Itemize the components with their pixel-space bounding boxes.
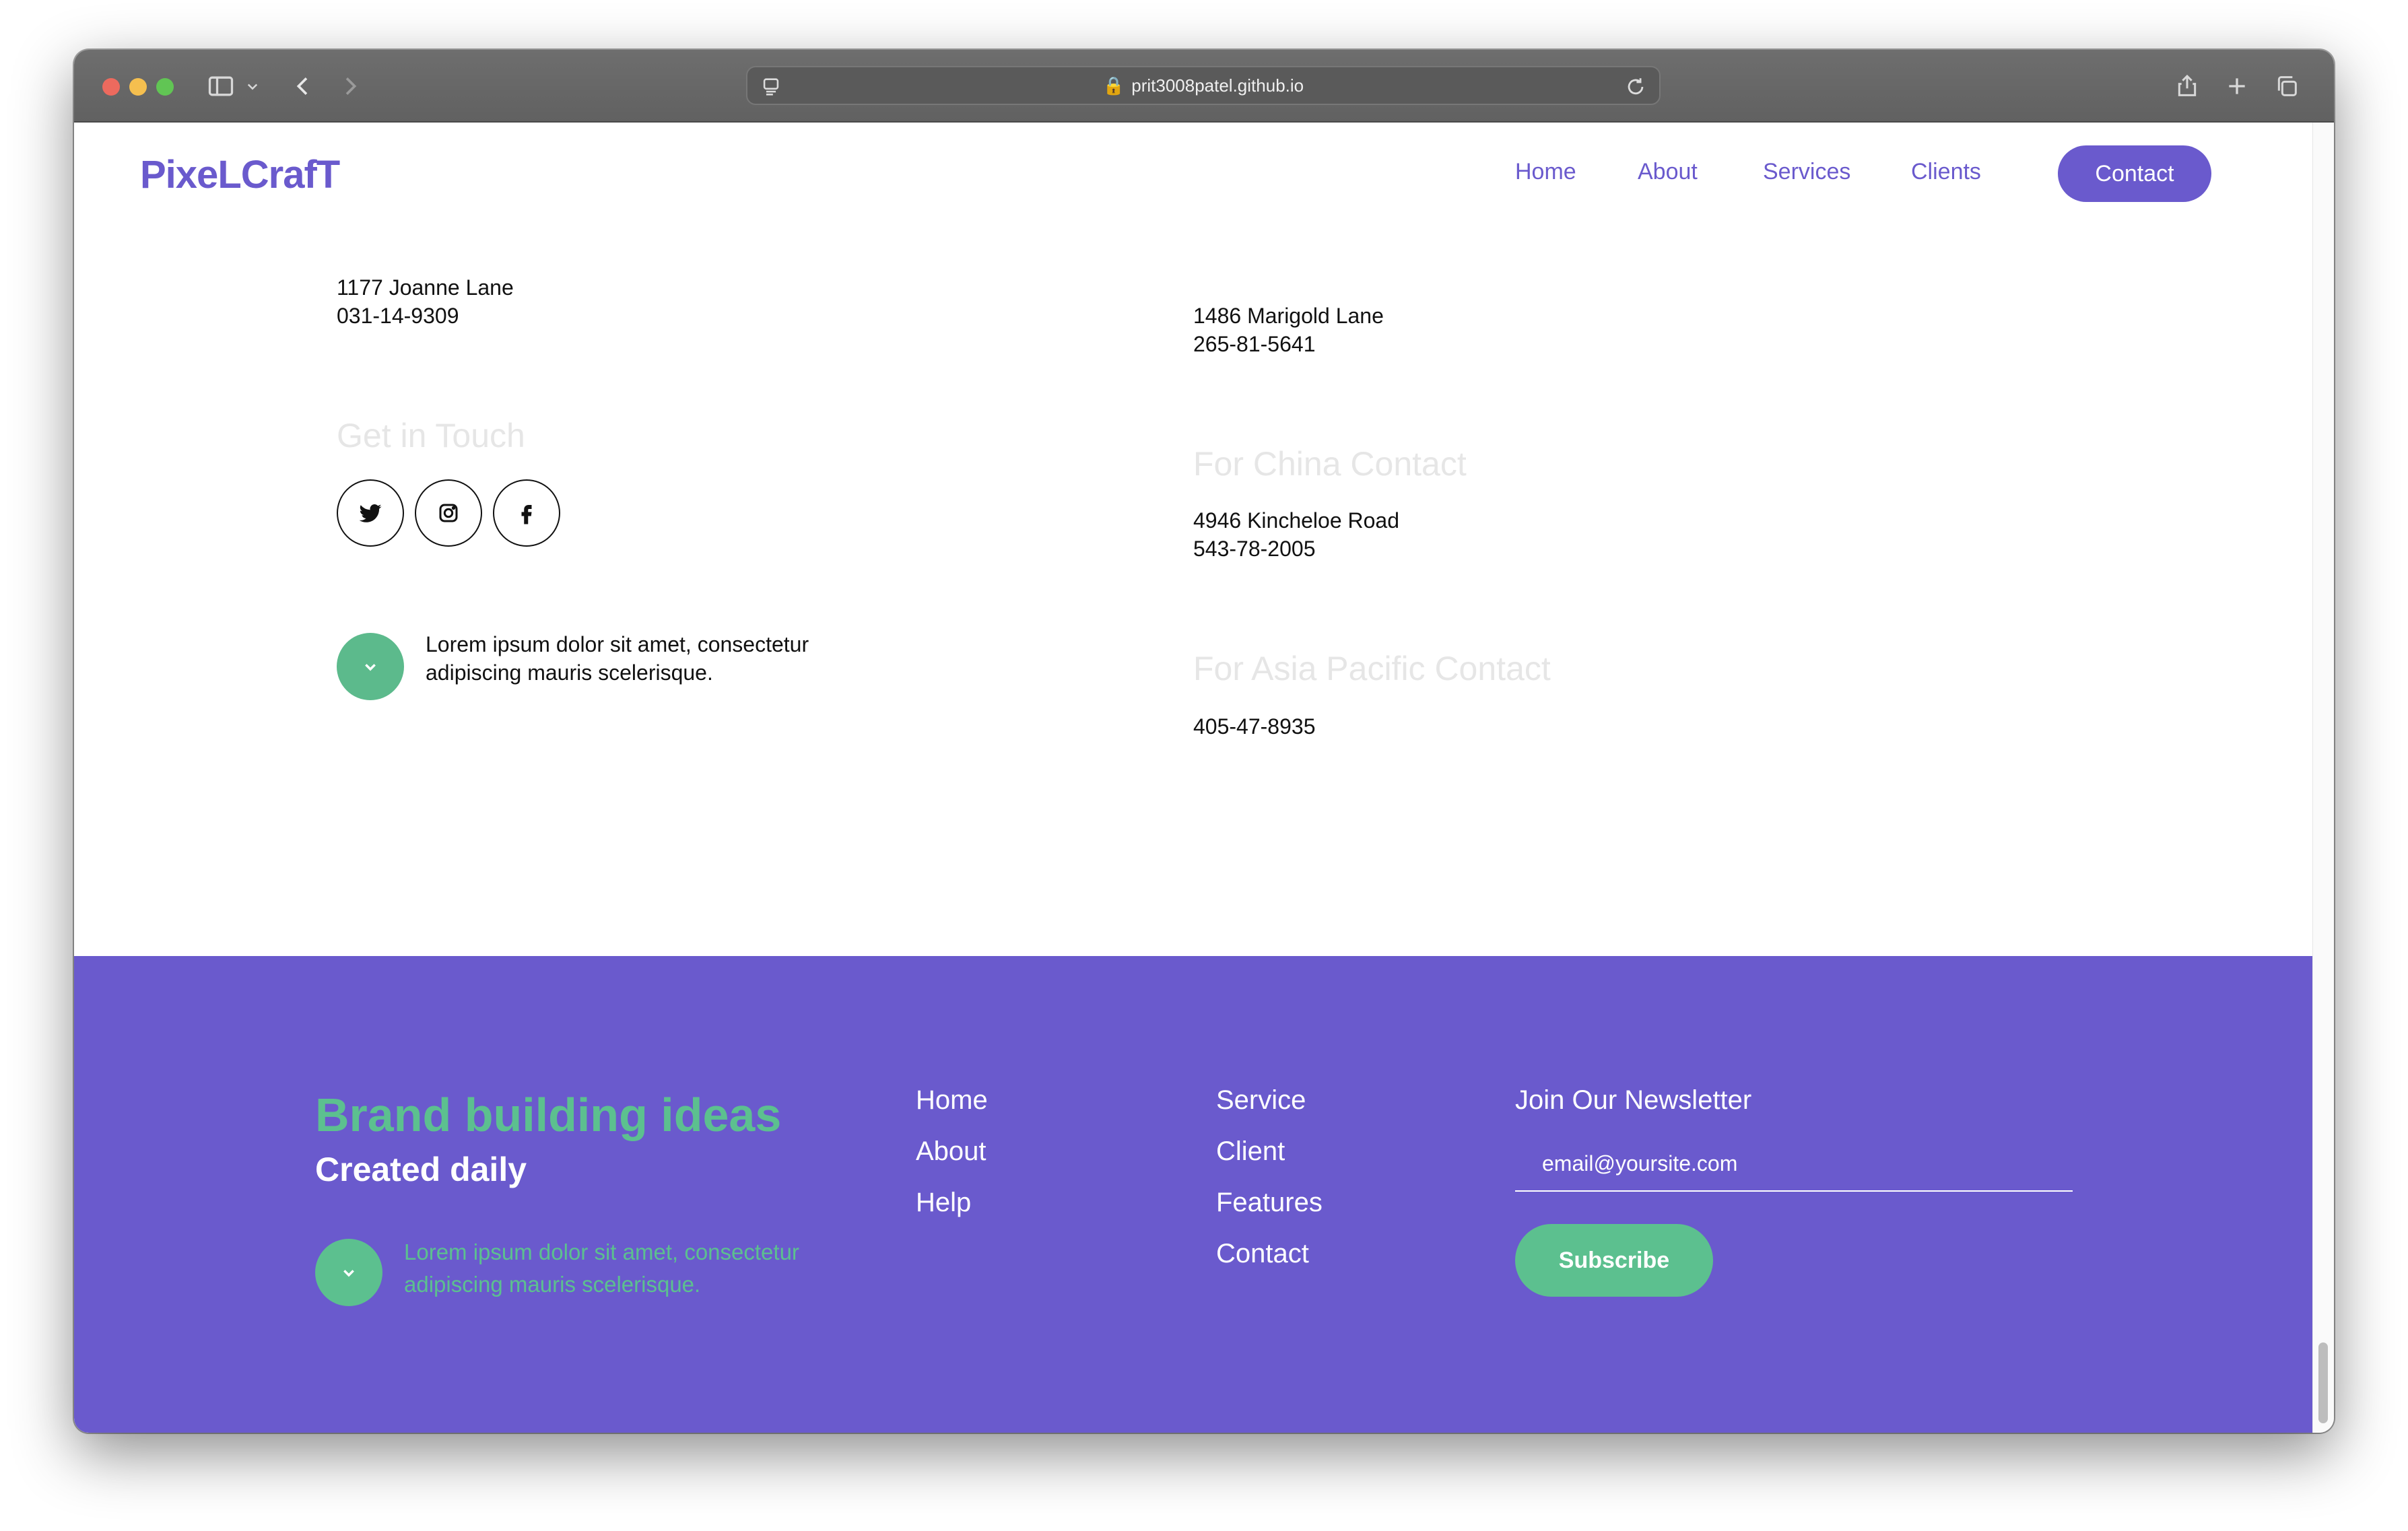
- footer-link-service[interactable]: Service: [1216, 1085, 1306, 1116]
- footer-link-about[interactable]: About: [916, 1136, 986, 1167]
- forward-icon[interactable]: [337, 70, 364, 102]
- footer-link-home[interactable]: Home: [916, 1085, 988, 1116]
- office-left-address: 1177 Joanne Lane: [337, 275, 514, 300]
- address-bar[interactable]: 🔒 prit3008patel.github.io: [746, 66, 1661, 105]
- new-tab-icon[interactable]: [2223, 70, 2250, 102]
- share-icon[interactable]: [2174, 70, 2201, 102]
- chevron-down-icon[interactable]: [242, 70, 263, 102]
- site-footer: Brand building ideas Created daily Lorem…: [74, 956, 2312, 1433]
- back-icon[interactable]: [290, 70, 316, 102]
- browser-window: 🔒 prit3008patel.github.io PixeLCrafT Home…: [74, 50, 2334, 1433]
- nav-clients[interactable]: Clients: [1911, 159, 1981, 185]
- url-text: prit3008patel.github.io: [1131, 75, 1304, 96]
- china-contact-heading: For China Contact: [1193, 445, 1467, 483]
- china-address: 4946 Kincheloe Road: [1193, 508, 1400, 533]
- sidebar-toggle-icon[interactable]: [206, 70, 236, 102]
- footer-lorem-line-2: adipiscing mauris scelerisque.: [404, 1272, 701, 1297]
- minimize-window-button[interactable]: [129, 78, 147, 96]
- footer-link-help[interactable]: Help: [916, 1188, 971, 1218]
- footer-brand-title: Brand building ideas: [315, 1089, 782, 1141]
- subscribe-button[interactable]: Subscribe: [1515, 1224, 1713, 1297]
- reader-icon[interactable]: [760, 74, 782, 97]
- scrollbar-thumb[interactable]: [2318, 1342, 2328, 1423]
- facebook-icon: [521, 505, 532, 524]
- footer-expand-button[interactable]: [315, 1239, 382, 1306]
- contact-button[interactable]: Contact: [2058, 145, 2211, 202]
- reload-icon[interactable]: [1624, 74, 1647, 97]
- instagram-button[interactable]: [415, 479, 482, 547]
- tab-overview-icon[interactable]: [2273, 70, 2300, 102]
- nav-about[interactable]: About: [1638, 159, 1698, 185]
- site-logo[interactable]: PixeLCrafT: [140, 152, 340, 197]
- footer-lorem-line-1: Lorem ipsum dolor sit amet, consectetur: [404, 1239, 799, 1264]
- expand-toggle-button[interactable]: [337, 633, 404, 700]
- lock-icon: 🔒: [1102, 75, 1125, 96]
- browser-titlebar: 🔒 prit3008patel.github.io: [74, 50, 2334, 123]
- chevron-down-icon: [343, 1270, 354, 1277]
- footer-lorem: Lorem ipsum dolor sit amet, consectetur …: [404, 1236, 799, 1301]
- asia-pacific-contact-heading: For Asia Pacific Contact: [1193, 650, 1551, 687]
- nav-home[interactable]: Home: [1515, 159, 1576, 185]
- asia-pacific-phone: 405-47-8935: [1193, 714, 1316, 739]
- chevron-down-icon: [365, 664, 376, 671]
- footer-link-client[interactable]: Client: [1216, 1136, 1285, 1167]
- footer-brand-subtitle: Created daily: [315, 1151, 527, 1188]
- footer-link-contact[interactable]: Contact: [1216, 1239, 1309, 1269]
- nav-services[interactable]: Services: [1763, 159, 1850, 185]
- page-viewport: PixeLCrafT Home About Services Clients C…: [74, 123, 2312, 1433]
- lorem-line-2: adipiscing mauris scelerisque.: [426, 660, 713, 685]
- zoom-window-button[interactable]: [156, 78, 174, 96]
- newsletter-title: Join Our Newsletter: [1515, 1085, 1752, 1115]
- instagram-icon: [439, 504, 458, 522]
- office-right-address: 1486 Marigold Lane: [1193, 304, 1384, 328]
- get-in-touch-heading: Get in Touch: [337, 417, 525, 454]
- office-right-phone: 265-81-5641: [1193, 332, 1316, 356]
- twitter-button[interactable]: [337, 479, 404, 547]
- lorem-line-1: Lorem ipsum dolor sit amet, consectetur: [426, 632, 809, 656]
- newsletter-email-input[interactable]: [1515, 1136, 2073, 1192]
- china-phone: 543-78-2005: [1193, 537, 1316, 561]
- twitter-icon: [359, 504, 382, 522]
- close-window-button[interactable]: [102, 78, 120, 96]
- office-left-phone: 031-14-9309: [337, 304, 459, 328]
- facebook-button[interactable]: [493, 479, 560, 547]
- footer-link-features[interactable]: Features: [1216, 1188, 1323, 1218]
- page-scrollbar[interactable]: [2312, 123, 2334, 1433]
